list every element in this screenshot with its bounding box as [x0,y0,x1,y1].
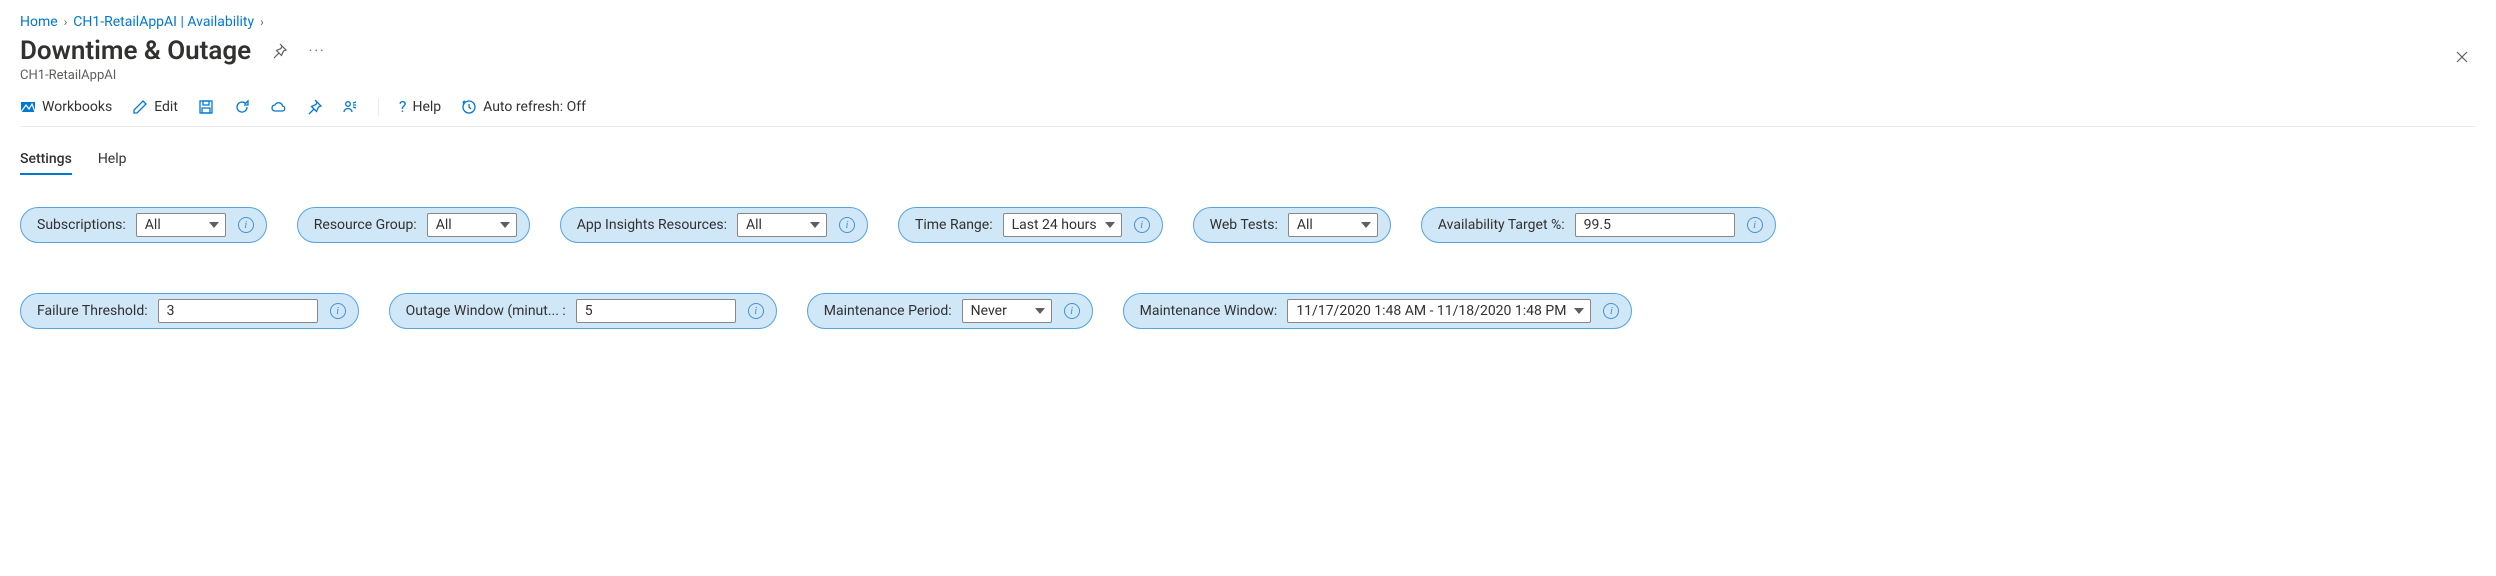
param-label-resource_group: Resource Group: [314,217,417,233]
toolbar-separator [378,98,379,116]
param-value-availability_pct: 99.5 [1584,217,1611,233]
refresh-icon[interactable] [234,99,250,115]
auto-refresh-button[interactable]: Auto refresh: Off [461,99,586,115]
param-value-maintenance_window: 11/17/2020 1:48 AM - 11/18/2020 1:48 PM [1296,303,1566,319]
chevron-down-icon [810,222,820,228]
edit-button[interactable]: Edit [132,99,178,115]
param-value-web_tests: All [1297,217,1313,233]
param-input-web_tests[interactable]: All [1288,213,1378,237]
param-input-subscriptions[interactable]: All [136,213,226,237]
auto-refresh-label: Auto refresh: Off [483,99,586,115]
param-resource_group: Resource Group: All [297,207,530,243]
param-input-maintenance_window[interactable]: 11/17/2020 1:48 AM - 11/18/2020 1:48 PM [1287,299,1591,323]
param-row-2: Failure Threshold:3iOutage Window (minut… [20,243,2476,329]
param-maintenance_period: Maintenance Period: Never i [807,293,1093,329]
close-button[interactable] [2448,43,2476,76]
help-label: Help [412,99,441,115]
param-label-failure_threshold: Failure Threshold: [37,303,148,319]
chevron-down-icon [1105,222,1115,228]
param-input-failure_threshold[interactable]: 3 [158,299,318,323]
param-row-1: Subscriptions:AlliResource Group:AllApp … [20,179,2476,243]
param-label-time_range: Time Range: [915,217,993,233]
info-icon[interactable]: i [238,217,254,233]
param-failure_threshold: Failure Threshold: 3 i [20,293,359,329]
param-value-app_insights: All [746,217,762,233]
breadcrumb-resource[interactable]: CH1-RetailAppAI | Availability [73,14,254,30]
param-input-app_insights[interactable]: All [737,213,827,237]
info-icon[interactable]: i [1747,217,1763,233]
param-outage_window: Outage Window (minut... : 5 i [389,293,777,329]
param-value-resource_group: All [436,217,452,233]
param-label-maintenance_window: Maintenance Window: [1140,303,1278,319]
param-value-time_range: Last 24 hours [1012,217,1097,233]
more-icon[interactable]: ··· [307,41,327,61]
param-value-outage_window: 5 [585,303,593,319]
param-input-outage_window[interactable]: 5 [576,299,736,323]
tabs: Settings Help [20,135,2476,179]
chevron-down-icon [1574,308,1584,314]
param-time_range: Time Range: Last 24 hours i [898,207,1163,243]
help-button[interactable]: ? Help [399,97,441,116]
page-subtitle: CH1-RetailAppAI [20,68,327,83]
chevron-right-icon: › [260,15,264,29]
info-icon[interactable]: i [839,217,855,233]
tab-help[interactable]: Help [98,145,127,175]
pin-toolbar-icon[interactable] [306,99,322,115]
param-label-availability_pct: Availability Target %: [1438,217,1565,233]
param-availability_pct: Availability Target %: 99.5 i [1421,207,1776,243]
param-input-maintenance_period[interactable]: Never [962,299,1052,323]
param-label-subscriptions: Subscriptions: [37,217,126,233]
param-subscriptions: Subscriptions: All i [20,207,267,243]
chevron-down-icon [209,222,219,228]
tab-settings[interactable]: Settings [20,145,72,175]
param-input-time_range[interactable]: Last 24 hours [1003,213,1122,237]
param-input-availability_pct[interactable]: 99.5 [1575,213,1735,237]
chevron-down-icon [500,222,510,228]
feedback-icon[interactable] [342,99,358,115]
edit-label: Edit [154,99,178,115]
param-value-failure_threshold: 3 [167,303,175,319]
param-app_insights: App Insights Resources: All i [560,207,868,243]
cloud-icon[interactable] [270,99,286,115]
param-value-subscriptions: All [145,217,161,233]
info-icon[interactable]: i [1134,217,1150,233]
breadcrumb-home[interactable]: Home [20,14,58,30]
chevron-right-icon: › [64,15,68,29]
breadcrumb: Home › CH1-RetailAppAI | Availability › [20,10,2476,36]
save-icon[interactable] [198,99,214,115]
toolbar: Workbooks Edit ? Help Auto refresh: Off [20,83,2476,127]
page-title: Downtime & Outage [20,36,251,66]
param-label-maintenance_period: Maintenance Period: [824,303,952,319]
pin-icon[interactable] [269,41,289,61]
info-icon[interactable]: i [748,303,764,319]
workbooks-label: Workbooks [42,99,112,115]
chevron-down-icon [1035,308,1045,314]
param-label-outage_window: Outage Window (minut... : [406,303,566,319]
param-value-maintenance_period: Never [971,303,1007,319]
param-maintenance_window: Maintenance Window: 11/17/2020 1:48 AM - … [1123,293,1633,329]
info-icon[interactable]: i [330,303,346,319]
info-icon[interactable]: i [1064,303,1080,319]
param-web_tests: Web Tests: All [1193,207,1391,243]
param-label-web_tests: Web Tests: [1210,217,1278,233]
workbooks-button[interactable]: Workbooks [20,99,112,115]
param-input-resource_group[interactable]: All [427,213,517,237]
param-label-app_insights: App Insights Resources: [577,217,727,233]
chevron-down-icon [1361,222,1371,228]
info-icon[interactable]: i [1603,303,1619,319]
